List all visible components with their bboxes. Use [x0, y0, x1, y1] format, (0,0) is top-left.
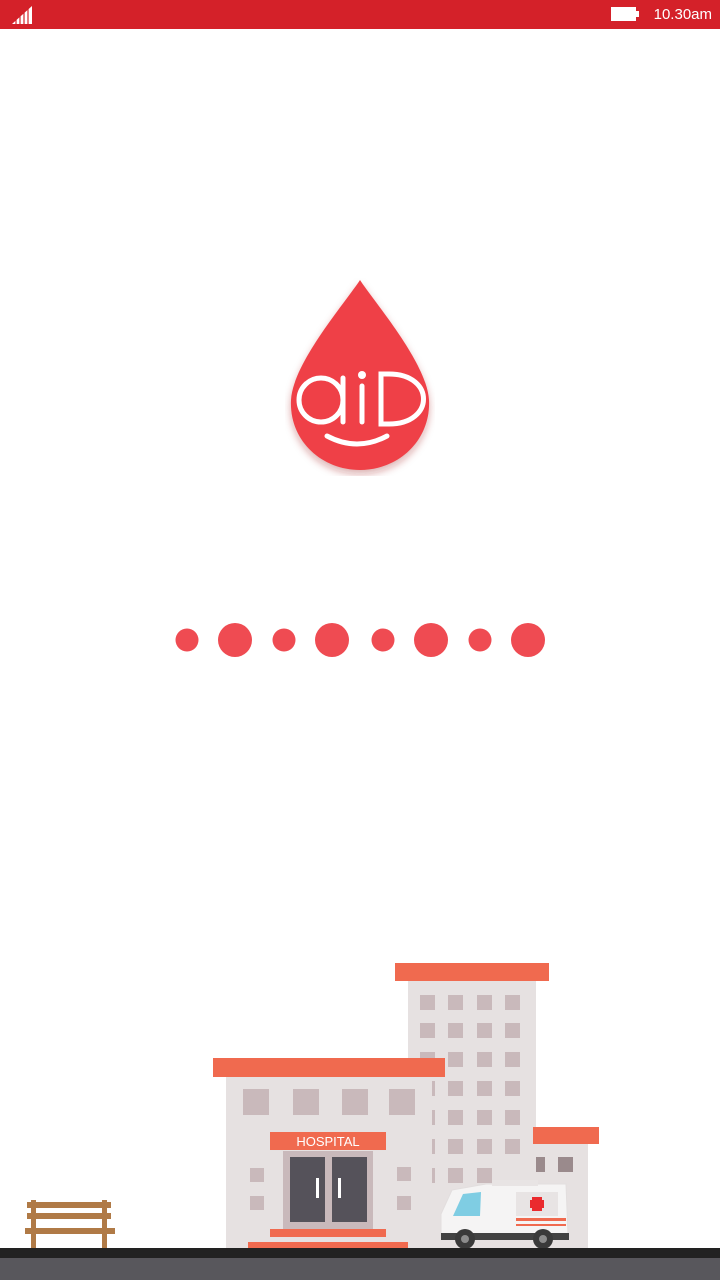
ambulance: [440, 1180, 569, 1249]
status-time: 10.30am: [653, 6, 712, 23]
status-bar: 10.30am: [0, 0, 720, 29]
loading-dot: [315, 623, 349, 657]
loading-dot: [511, 623, 545, 657]
hospital-illustration: HOSPITAL: [0, 963, 720, 1280]
park-bench: [25, 1200, 115, 1250]
loading-dot: [468, 628, 492, 652]
loading-dot: [414, 623, 448, 657]
blood-drop-logo-icon: [290, 280, 430, 470]
loading-dot: [175, 628, 199, 652]
loading-dot: [371, 628, 395, 652]
battery-icon: [611, 7, 639, 21]
hospital-sign: HOSPITAL: [296, 1134, 359, 1149]
signal-bars-icon: [12, 6, 32, 25]
hospital-main-building: HOSPITAL: [213, 1058, 445, 1250]
loading-indicator: [175, 623, 545, 657]
loading-dot: [272, 628, 296, 652]
loading-dot: [218, 623, 252, 657]
